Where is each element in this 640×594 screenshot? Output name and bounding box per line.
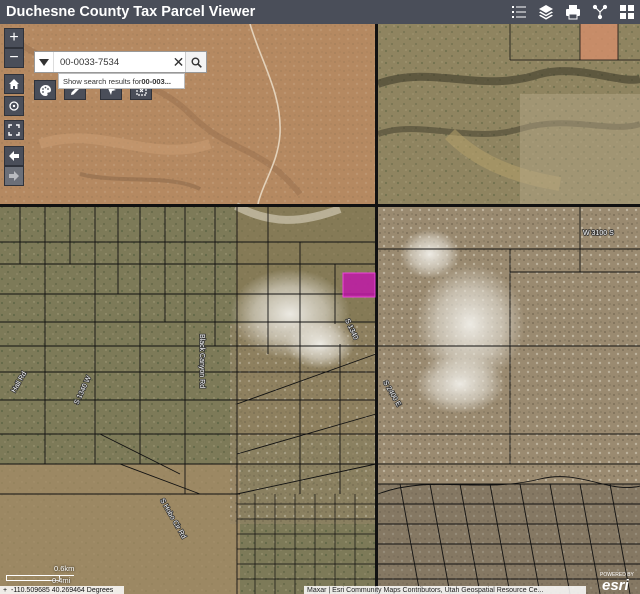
- forward-button[interactable]: [4, 166, 24, 186]
- back-icon: [9, 151, 19, 161]
- crosshair-icon: +: [3, 587, 8, 594]
- coordinate-readout: + -110.509685 40.269464 Degrees: [0, 586, 124, 594]
- zoom-out-button[interactable]: −: [4, 48, 24, 68]
- search-widget: ✕: [34, 51, 207, 73]
- road-label: Black Canyon Rd: [198, 334, 205, 388]
- zoom-in-button[interactable]: +: [4, 28, 24, 48]
- road-label: W 3100 S: [583, 230, 614, 237]
- layers-icon: [538, 5, 553, 20]
- home-icon: [9, 79, 19, 89]
- search-clear-button[interactable]: ✕: [172, 52, 185, 72]
- chevron-down-icon: [38, 58, 49, 66]
- legend-button[interactable]: [505, 0, 532, 24]
- fullscreen-icon: [8, 124, 20, 136]
- basemap-gallery-button[interactable]: [613, 0, 640, 24]
- home-button[interactable]: [4, 74, 24, 94]
- search-suggestion-term: 00-003...: [141, 76, 171, 86]
- map-view[interactable]: W 3100 S S 1340 S 2400 E Hall Rd S 1340 …: [0, 24, 640, 594]
- search-source-dropdown[interactable]: [35, 52, 54, 72]
- search-suggestion-prefix: Show search results for: [63, 76, 142, 86]
- map-attribution[interactable]: Maxar | Esri Community Maps Contributors…: [304, 586, 586, 594]
- print-icon: [565, 5, 580, 20]
- scale-label-km: 0.6km: [54, 564, 75, 573]
- basemap-gallery-icon: [619, 5, 634, 19]
- palette-icon: [39, 84, 51, 96]
- share-icon: [592, 4, 607, 20]
- locate-icon: [9, 101, 19, 111]
- back-button[interactable]: [4, 146, 24, 166]
- header-toolbar: [505, 0, 640, 24]
- coordinate-text: -110.509685 40.269464 Degrees: [11, 587, 114, 594]
- search-suggestion[interactable]: Show search results for 00-003...: [58, 73, 185, 89]
- print-button[interactable]: [559, 0, 586, 24]
- selected-parcel-highlight: [342, 272, 376, 298]
- layers-button[interactable]: [532, 0, 559, 24]
- app-title: Duchesne County Tax Parcel Viewer: [6, 4, 256, 20]
- fullscreen-button[interactable]: [4, 120, 24, 140]
- locate-button[interactable]: [4, 96, 24, 116]
- app-header: Duchesne County Tax Parcel Viewer: [0, 0, 640, 24]
- esri-wordmark: esri: [602, 577, 629, 594]
- search-submit-button[interactable]: [185, 52, 206, 72]
- esri-logo: POWERED BY esri: [598, 572, 638, 594]
- symbology-button[interactable]: [34, 80, 56, 100]
- search-input[interactable]: [53, 53, 172, 71]
- forward-icon: [9, 171, 19, 181]
- legend-icon: [511, 6, 526, 18]
- search-icon: [191, 57, 202, 68]
- scale-label-mi: 0.4mi: [52, 576, 71, 585]
- imagery-basemap[interactable]: W 3100 S S 1340 S 2400 E Hall Rd S 1340 …: [0, 24, 640, 594]
- share-button[interactable]: [586, 0, 613, 24]
